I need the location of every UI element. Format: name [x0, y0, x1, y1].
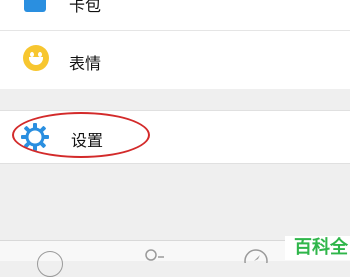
chat-bubble-icon[interactable] — [37, 251, 63, 277]
menu-item-label: 表情 — [69, 54, 102, 73]
menu-item-emoji[interactable]: 表情 — [0, 31, 350, 89]
card-wallet-icon — [24, 0, 46, 12]
menu-item-card-wallet[interactable]: 卡包 — [0, 0, 350, 31]
menu-item-label: 卡包 — [69, 0, 102, 15]
watermark-text: 百科全 — [285, 236, 350, 260]
emoji-icon — [23, 45, 49, 71]
highlight-ellipse — [12, 112, 150, 158]
contacts-icon[interactable] — [140, 249, 166, 263]
discover-compass-icon[interactable] — [243, 249, 269, 263]
